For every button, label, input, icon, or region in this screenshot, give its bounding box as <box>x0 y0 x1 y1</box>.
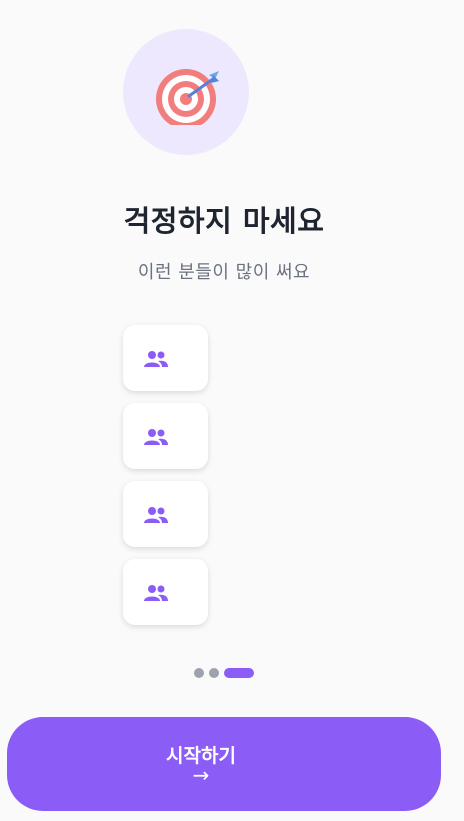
user-type-card[interactable] <box>123 403 208 469</box>
people-icon <box>144 429 168 445</box>
start-button[interactable]: 시작하기 → <box>7 717 441 811</box>
page-dot[interactable] <box>209 668 219 678</box>
page-title: 걱정하지 마세요 <box>123 204 325 238</box>
arrow-right-icon: → <box>192 763 210 787</box>
hero-illustration <box>123 29 249 155</box>
user-type-card[interactable] <box>123 325 208 391</box>
page-dot-active[interactable] <box>224 668 254 678</box>
user-type-card[interactable] <box>123 559 208 625</box>
target-dart-icon <box>156 69 219 125</box>
people-icon <box>144 585 168 601</box>
page-subtitle: 이런 분들이 많이 써요 <box>137 262 311 283</box>
people-icon <box>144 507 168 523</box>
page-dot[interactable] <box>194 668 204 678</box>
user-type-card[interactable] <box>123 481 208 547</box>
people-icon <box>144 351 168 367</box>
